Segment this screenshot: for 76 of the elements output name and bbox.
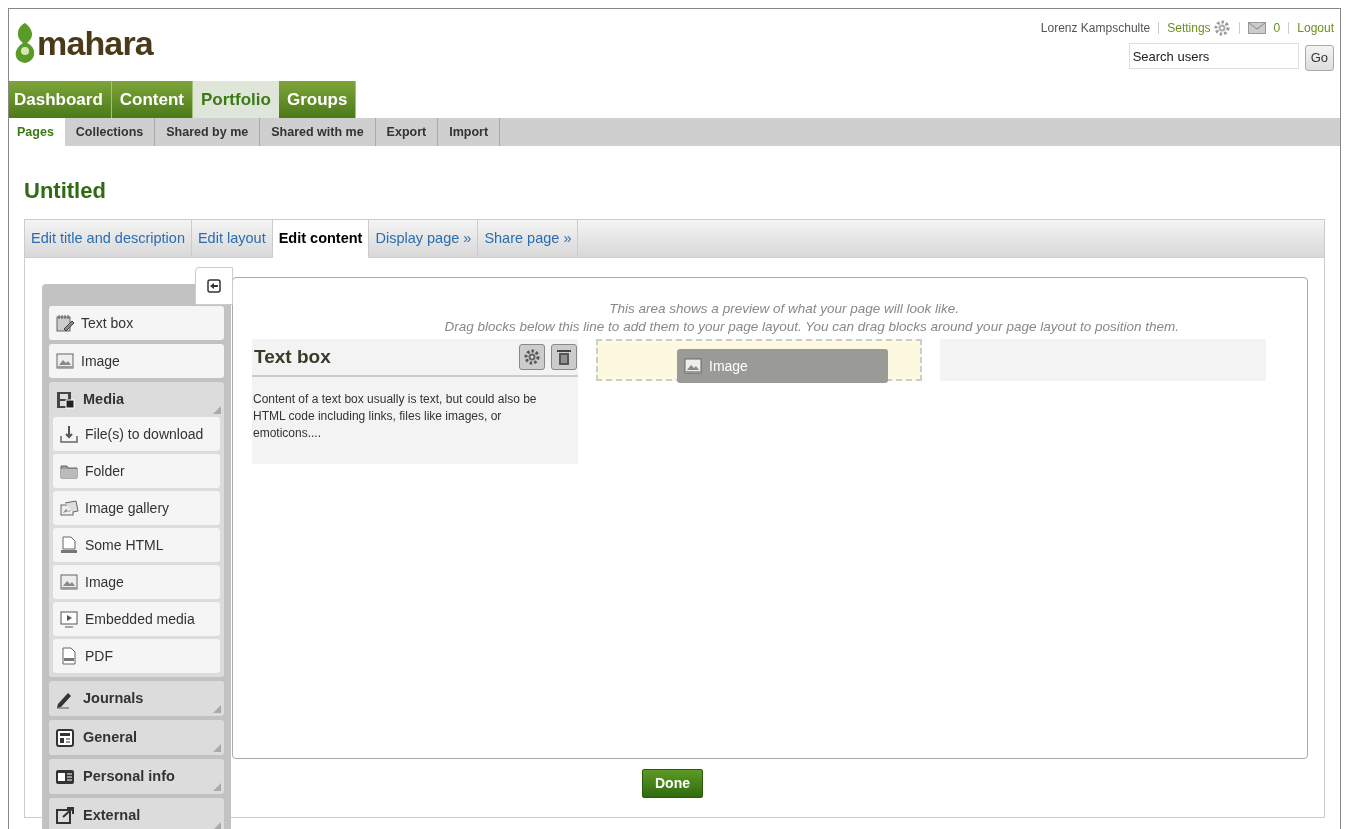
done-button[interactable]: Done — [642, 769, 703, 798]
palette-block[interactable]: Some HTML — [53, 528, 220, 562]
logout-link[interactable]: Logout — [1297, 19, 1334, 37]
edit-tab[interactable]: Edit layout — [191, 220, 273, 258]
external-link-icon — [55, 805, 75, 826]
palette-block[interactable]: Image gallery — [53, 491, 220, 525]
picture-icon — [55, 351, 75, 371]
block-label: Embedded media — [85, 609, 195, 629]
palette-block[interactable]: Text box — [49, 306, 224, 340]
palette-block[interactable]: Folder — [53, 454, 220, 488]
subnav-tab[interactable]: Shared with me — [260, 118, 376, 146]
play-screen-icon — [59, 609, 79, 629]
preview-hint: Drag blocks below this line to add them to your page layout. You can drag blocks around your page layout to position them. — [444, 318, 1179, 336]
film-icon — [55, 389, 75, 410]
message-count[interactable]: 0 — [1273, 19, 1281, 37]
block-settings-button[interactable] — [519, 344, 545, 370]
palette-block[interactable]: Image — [49, 344, 224, 378]
picture-icon — [59, 572, 79, 592]
block-label: Image gallery — [85, 498, 170, 518]
picture-icon — [683, 356, 703, 376]
palette-block[interactable]: Embedded media — [53, 602, 220, 636]
document-icon — [59, 646, 79, 666]
layout-window-icon — [55, 727, 75, 748]
category-header[interactable]: Media — [49, 382, 224, 417]
edit-tab[interactable]: Display page » — [369, 220, 479, 258]
block-label: PDF — [85, 646, 113, 666]
subnav-tab[interactable]: Pages — [9, 118, 65, 146]
collapse-palette-button[interactable] — [195, 267, 233, 305]
page-title: Untitled — [24, 177, 106, 205]
block-label: Image — [81, 351, 120, 371]
block-label: Text box — [81, 313, 134, 333]
corner-triangle-icon — [213, 406, 221, 414]
document-icon — [59, 535, 79, 555]
category-header[interactable]: Journals — [49, 681, 224, 716]
search-field[interactable]: Search users — [1128, 43, 1299, 69]
subnav-tab[interactable]: Shared by me — [155, 118, 261, 146]
nav-tab[interactable]: Dashboard — [9, 81, 112, 118]
pictures-icon — [59, 498, 79, 518]
subnav-tab[interactable]: Collections — [64, 118, 156, 146]
gear-icon — [523, 348, 541, 366]
nav-tab[interactable]: Content — [111, 81, 193, 118]
palette-block[interactable]: Image — [53, 565, 220, 599]
category-header[interactable]: External — [49, 798, 224, 829]
edit-tab[interactable]: Edit content — [272, 220, 370, 258]
preview-hint: This area shows a preview of what your page will look like. — [609, 300, 959, 318]
gear-icon — [1212, 19, 1231, 37]
go-button[interactable]: Go — [1304, 45, 1334, 71]
block-label: Some HTML — [85, 535, 164, 555]
block-content: Content of a text box usually is text, but could also be HTML code including links, files like images, or emoticons.... — [252, 391, 538, 442]
trash-icon — [557, 349, 571, 365]
block-label: Folder — [85, 461, 125, 481]
category-header[interactable]: General — [49, 720, 224, 755]
nav-tab[interactable]: Groups — [278, 81, 357, 118]
user-name[interactable]: Lorenz Kampschulte — [1040, 19, 1151, 37]
block-label: Image — [85, 572, 124, 592]
corner-triangle-icon — [213, 822, 221, 829]
edit-tab[interactable]: Edit title and description — [25, 220, 192, 258]
settings-link[interactable]: Settings — [1167, 19, 1231, 37]
subnav-tab[interactable]: Import — [438, 118, 501, 146]
palette-block[interactable]: File(s) to download — [53, 417, 220, 451]
block-label: File(s) to download — [85, 424, 204, 444]
edit-tab[interactable]: Share page » — [478, 220, 579, 258]
palette-block[interactable]: PDF — [53, 639, 220, 673]
site-logo[interactable]: mahara — [37, 26, 153, 60]
delete-block-button[interactable] — [551, 344, 577, 370]
corner-triangle-icon — [213, 783, 221, 791]
envelope-icon[interactable] — [1247, 22, 1266, 34]
download-arrow-icon — [59, 424, 79, 444]
subnav-tab[interactable]: Export — [375, 118, 439, 146]
nav-tab[interactable]: Portfolio — [193, 81, 279, 118]
leaf-logo-icon — [13, 21, 37, 65]
notepad-pencil-icon — [55, 313, 75, 333]
category-header[interactable]: Personal info — [49, 759, 224, 794]
corner-triangle-icon — [213, 705, 221, 713]
block-title: Text box — [254, 344, 331, 369]
corner-triangle-icon — [213, 744, 221, 752]
